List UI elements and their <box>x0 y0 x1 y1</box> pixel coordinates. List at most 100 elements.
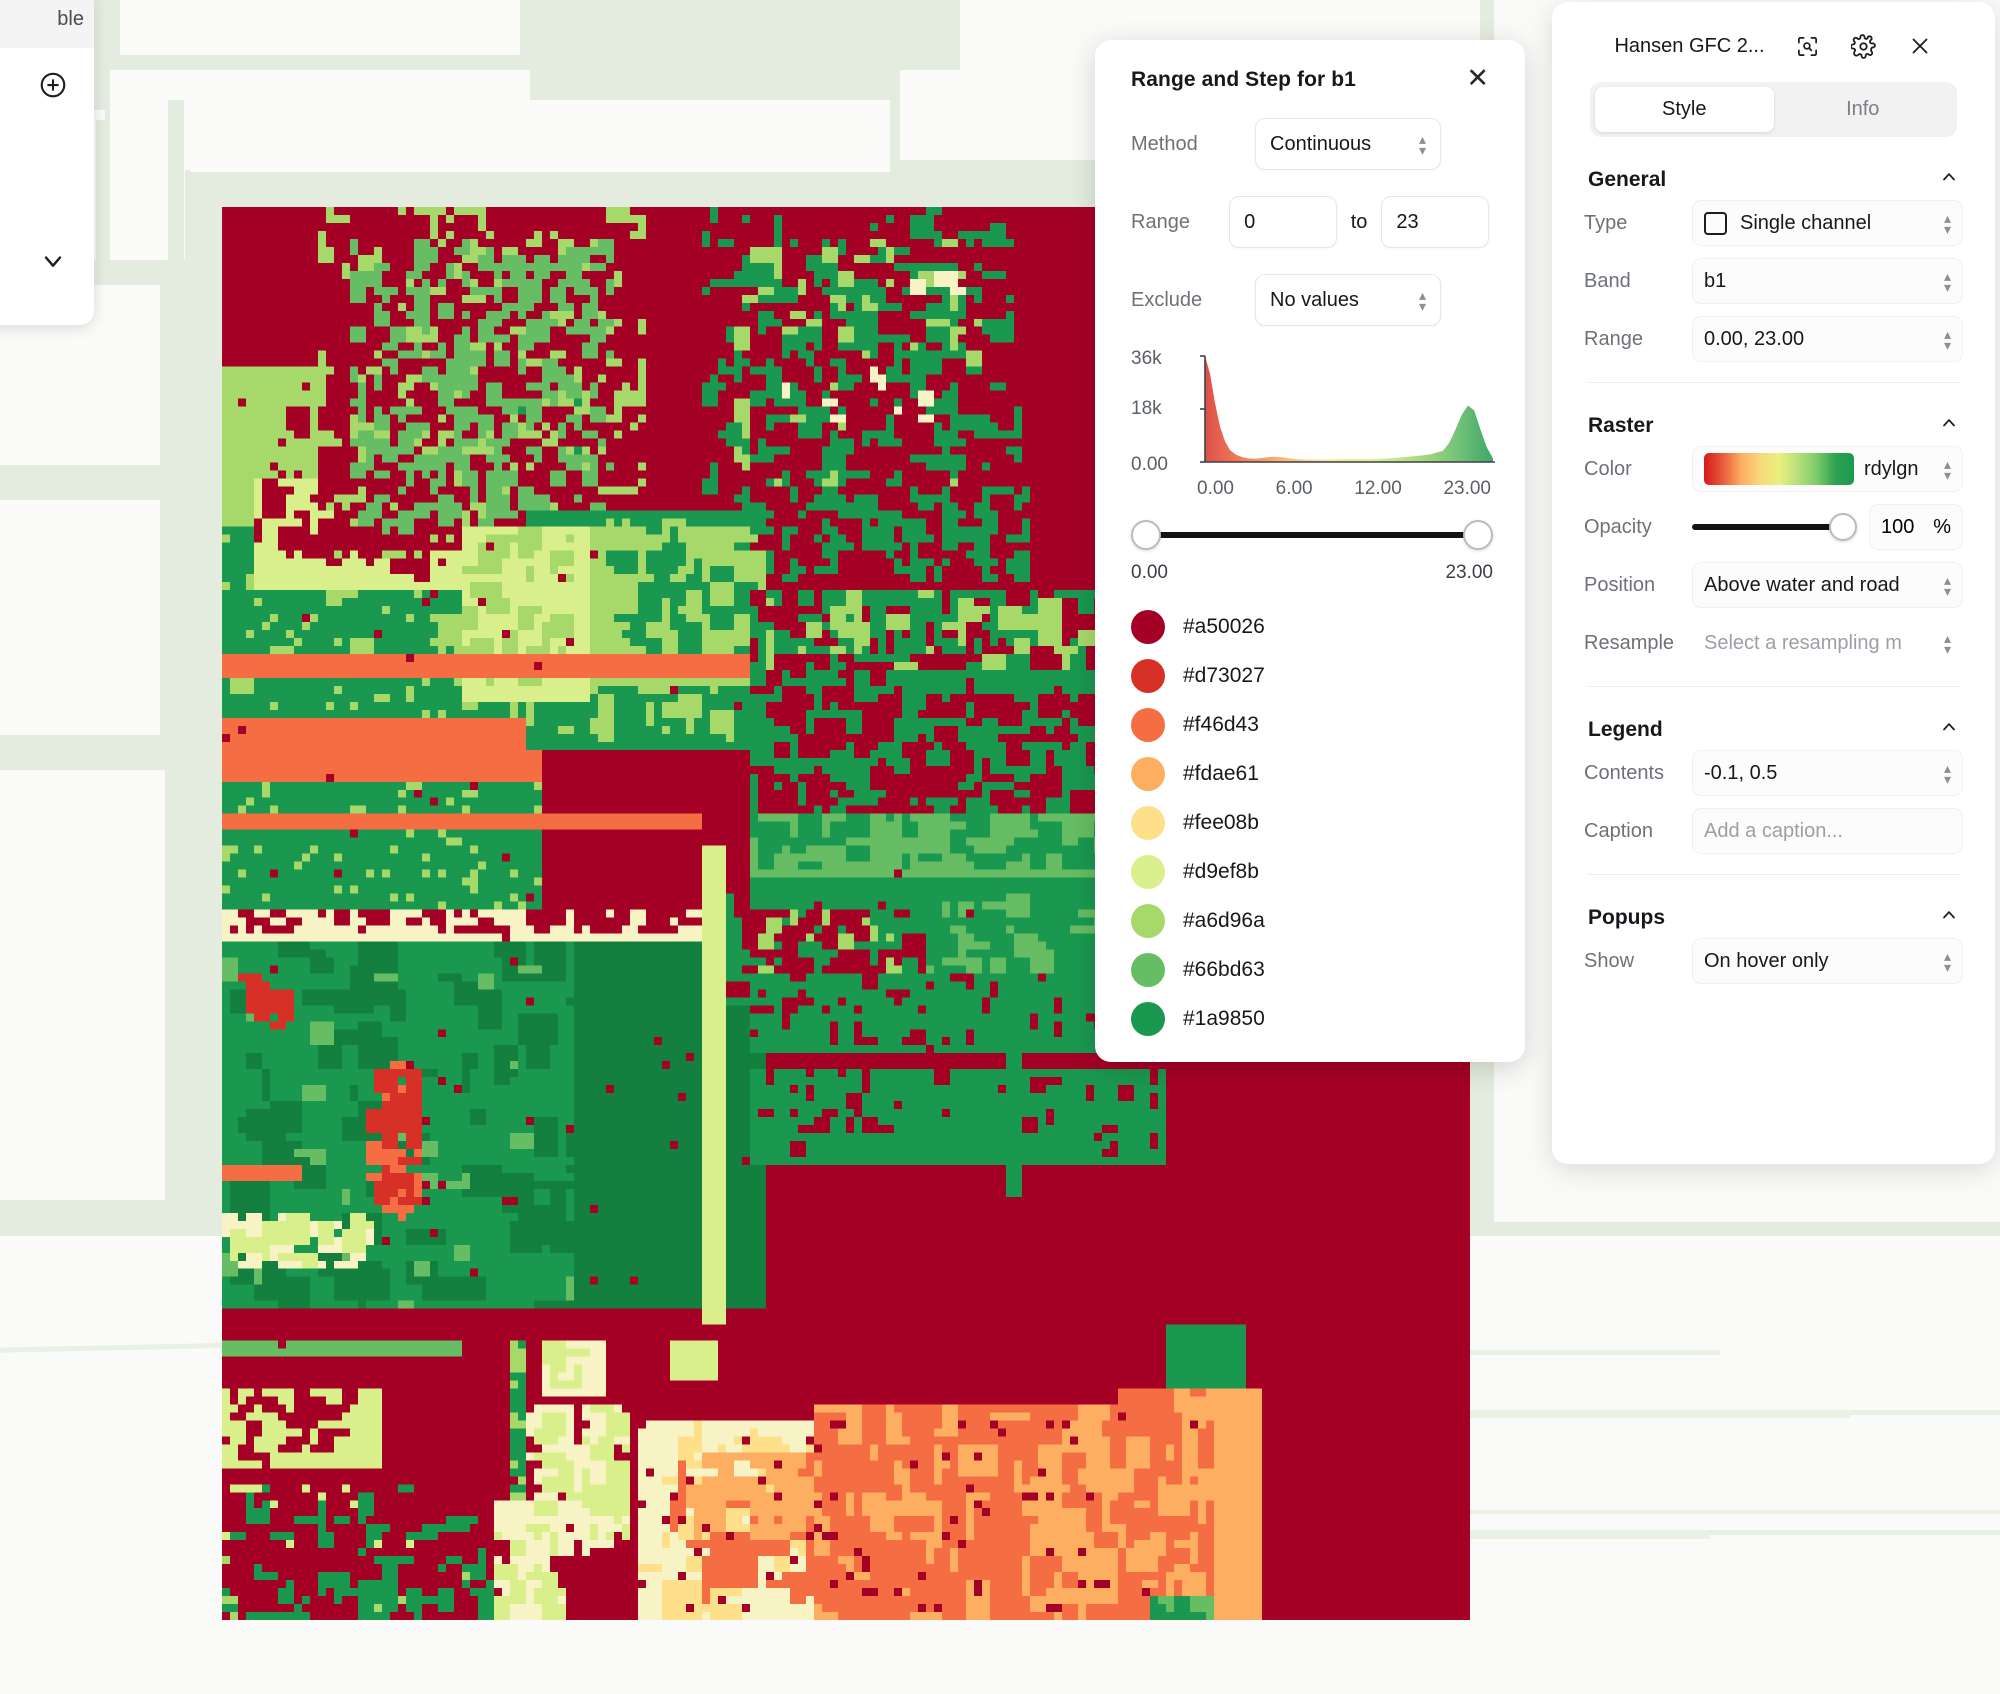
color-swatch-dot[interactable] <box>1131 658 1165 693</box>
color-swatch-dot[interactable] <box>1131 609 1165 644</box>
exclude-value: No values <box>1270 288 1359 311</box>
chevron-updown-icon: ▴ ▾ <box>1943 947 1951 975</box>
basemap-faint-line <box>1470 1350 1720 1355</box>
color-swatch-row[interactable]: #fee08b <box>1131 798 1489 847</box>
y-tick-label: 36k <box>1131 348 1162 369</box>
opacity-slider[interactable] <box>1692 504 1857 550</box>
row-show: Show On hover only ▴ ▾ <box>1584 932 1963 990</box>
range-label: Range <box>1584 327 1643 350</box>
x-tick-label: 6.00 <box>1275 478 1313 499</box>
position-select[interactable]: Above water and road ▴ ▾ <box>1692 562 1963 608</box>
color-swatch-label: #fee08b <box>1183 810 1259 834</box>
type-select[interactable]: Single channel ▴ ▾ <box>1692 200 1963 246</box>
section-legend-title: Legend <box>1588 717 1663 741</box>
basemap-parcel <box>0 500 160 735</box>
color-swatch-dot[interactable] <box>1131 952 1165 987</box>
band-label: Band <box>1584 269 1631 292</box>
plus-circle-icon[interactable] <box>30 62 76 108</box>
contents-value: -0.1, 0.5 <box>1704 761 1778 784</box>
basemap-road <box>0 472 170 486</box>
range-max-input[interactable]: 23 <box>1381 196 1489 248</box>
x-tick-label: 12.00 <box>1354 478 1402 499</box>
row-caption: Caption Add a caption... <box>1584 802 1963 860</box>
row-resample: Resample Select a resampling m ▴ ▾ <box>1584 614 1963 672</box>
color-swatch-row[interactable]: #1a9850 <box>1131 994 1489 1043</box>
zoom-to-layer-icon[interactable] <box>1795 33 1821 59</box>
color-swatch-label: #d9ef8b <box>1183 859 1259 883</box>
band-value: b1 <box>1704 269 1727 292</box>
x-tick-label: 23.00 <box>1443 478 1491 499</box>
slider-min-handle[interactable] <box>1131 520 1161 550</box>
opacity-unit: % <box>1933 515 1951 538</box>
section-popups-header[interactable]: Popups <box>1584 897 1963 932</box>
row-color: Color rdylgn ▴ ▾ <box>1584 440 1963 498</box>
range-label: Range <box>1131 210 1190 233</box>
slider-max-handle[interactable] <box>1463 520 1493 550</box>
slider-max-label: 23.00 <box>1445 562 1493 583</box>
color-swatch-row[interactable]: #d9ef8b <box>1131 847 1489 896</box>
color-ramp-select[interactable]: rdylgn ▴ ▾ <box>1692 446 1963 492</box>
chevron-up-icon[interactable] <box>1939 413 1959 438</box>
chevron-updown-icon: ▴ ▾ <box>1418 130 1426 158</box>
color-swatch-dot[interactable] <box>1131 854 1165 889</box>
y-tick-label: 18k <box>1131 398 1162 419</box>
basemap-faint-line <box>1470 1535 1710 1539</box>
color-swatch-row[interactable]: #66bd63 <box>1131 945 1489 994</box>
basemap-faint-line <box>1470 1510 2000 1514</box>
layers-panel[interactable]: ble <box>0 0 94 325</box>
method-select[interactable]: Continuous ▴ ▾ <box>1255 118 1441 170</box>
color-swatch-row[interactable]: #a50026 <box>1131 602 1489 651</box>
color-swatch-label: #fdae61 <box>1183 761 1259 785</box>
color-swatch-row[interactable]: #d73027 <box>1131 651 1489 700</box>
row-range: Range 0.00, 23.00 ▴ ▾ <box>1584 310 1963 368</box>
chevron-up-icon[interactable] <box>1939 167 1959 192</box>
range-slider[interactable] <box>1131 518 1493 552</box>
exclude-select[interactable]: No values ▴ ▾ <box>1255 274 1441 326</box>
color-swatch-dot[interactable] <box>1131 1001 1165 1036</box>
range-select[interactable]: 0.00, 23.00 ▴ ▾ <box>1692 316 1963 362</box>
exclude-label: Exclude <box>1131 288 1203 311</box>
chevron-up-icon[interactable] <box>1939 717 1959 742</box>
chevron-down-icon[interactable] <box>30 238 76 284</box>
color-swatch-dot[interactable] <box>1131 903 1165 938</box>
section-general-header[interactable]: General <box>1584 159 1963 194</box>
tab-info[interactable]: Info <box>1774 87 1953 132</box>
panel-header: Hansen GFC 2... <box>1576 2 1971 76</box>
section-legend-header[interactable]: Legend <box>1584 709 1963 744</box>
caption-input[interactable]: Add a caption... <box>1692 808 1963 854</box>
tab-style[interactable]: Style <box>1595 87 1774 132</box>
chevron-updown-icon: ▴ ▾ <box>1943 209 1951 237</box>
close-icon[interactable] <box>1907 33 1933 59</box>
range-min-input[interactable]: 0 <box>1229 196 1337 248</box>
color-swatch-label: #f46d43 <box>1183 712 1259 736</box>
opacity-value-field[interactable]: 100 % <box>1869 504 1963 550</box>
color-swatch-dot[interactable] <box>1131 707 1165 742</box>
divider <box>1588 686 1959 687</box>
color-swatch-row[interactable]: #a6d96a <box>1131 896 1489 945</box>
show-value: On hover only <box>1704 949 1829 972</box>
basemap-road <box>96 120 110 270</box>
color-swatch-dot[interactable] <box>1131 805 1165 840</box>
color-swatch-dot[interactable] <box>1131 756 1165 791</box>
chevron-up-icon[interactable] <box>1939 905 1959 930</box>
show-select[interactable]: On hover only ▴ ▾ <box>1692 938 1963 984</box>
divider <box>1588 874 1959 875</box>
layer-style-panel: Hansen GFC 2... Style Info General Type … <box>1552 2 1995 1164</box>
histogram-area <box>1205 356 1493 462</box>
section-popups-title: Popups <box>1588 905 1665 929</box>
single-channel-checkbox[interactable] <box>1704 211 1727 235</box>
section-raster-header[interactable]: Raster <box>1584 405 1963 440</box>
gear-icon[interactable] <box>1851 33 1877 59</box>
resample-select[interactable]: Select a resampling m ▴ ▾ <box>1692 620 1963 666</box>
close-icon[interactable]: ✕ <box>1466 65 1489 92</box>
range-and-step-dialog: Range and Step for b1 ✕ Method Continuou… <box>1095 40 1525 1062</box>
color-swatch-row[interactable]: #f46d43 <box>1131 700 1489 749</box>
section-raster-title: Raster <box>1588 413 1654 437</box>
color-swatch-row[interactable]: #fdae61 <box>1131 749 1489 798</box>
basemap-parcel <box>0 770 165 1200</box>
layers-panel-title: ble <box>0 0 94 48</box>
opacity-handle[interactable] <box>1829 513 1857 541</box>
section-legend: Legend Contents -0.1, 0.5 ▴ ▾ Caption Add… <box>1576 709 1971 860</box>
band-select[interactable]: b1 ▴ ▾ <box>1692 258 1963 304</box>
contents-select[interactable]: -0.1, 0.5 ▴ ▾ <box>1692 750 1963 796</box>
